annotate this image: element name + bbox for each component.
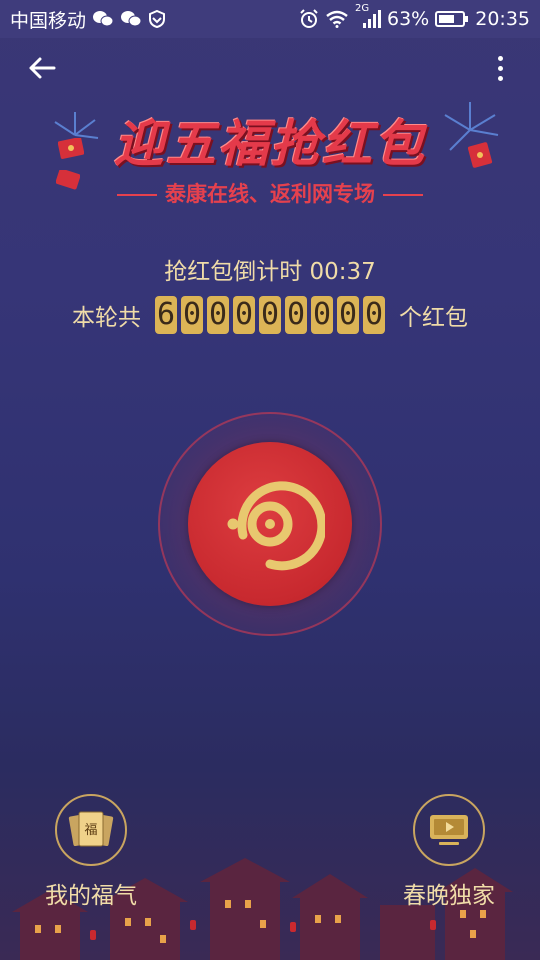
digit: 0 — [311, 296, 333, 334]
shield-icon — [148, 10, 166, 28]
back-button[interactable] — [22, 50, 62, 86]
total-suffix: 个红包 — [399, 305, 468, 331]
grab-button-halo — [158, 412, 382, 636]
banner-subtitle-text: 泰康在线、返利网专场 — [165, 182, 375, 206]
event-banner: 迎五福抢红包 泰康在线、返利网专场 — [40, 100, 500, 220]
grab-red-packet-button[interactable] — [188, 442, 352, 606]
countdown-time: 00:37 — [309, 259, 376, 285]
digit: 0 — [337, 296, 359, 334]
battery-percent: 63% — [387, 8, 430, 30]
digit: 0 — [285, 296, 307, 334]
signal-icon: 2G — [355, 3, 381, 29]
wechat-icon — [92, 10, 114, 28]
more-vertical-icon[interactable] — [490, 50, 510, 86]
countdown: 抢红包倒计时 00:37 — [0, 252, 540, 286]
status-bar: 中国移动 2G 63% 20:35 — [0, 0, 540, 38]
digit-counter: 6 0 0 0 0 0 0 0 0 — [155, 296, 385, 334]
wechat-icon — [120, 10, 142, 28]
my-fortune-label: 我的福气 — [45, 883, 137, 909]
red-packet-target-icon — [227, 481, 325, 571]
digit: 0 — [207, 296, 229, 334]
gala-exclusive-entry[interactable]: 春晚独家 — [374, 794, 524, 910]
alarm-icon — [299, 9, 319, 29]
wifi-icon — [325, 10, 349, 28]
digit: 0 — [259, 296, 281, 334]
countdown-label: 抢红包倒计时 — [164, 259, 303, 285]
clock-time: 20:35 — [475, 8, 530, 30]
top-bar — [0, 40, 540, 96]
fortune-badge: 福 — [84, 823, 97, 838]
fortune-card-icon: 福 — [55, 794, 127, 866]
digit: 0 — [233, 296, 255, 334]
tv-play-icon — [413, 794, 485, 866]
digit: 0 — [363, 296, 385, 334]
carrier-name: 中国移动 — [10, 9, 87, 32]
network-type: 2G — [355, 3, 370, 14]
total-prefix: 本轮共 — [72, 305, 141, 331]
gala-exclusive-label: 春晚独家 — [403, 883, 495, 909]
back-arrow-icon — [29, 57, 56, 79]
total-packets: 本轮共 6 0 0 0 0 0 0 0 0 个红包 — [0, 296, 540, 334]
my-fortune-entry[interactable]: 福 我的福气 — [16, 794, 166, 910]
digit: 0 — [181, 296, 203, 334]
banner-subtitle: 泰康在线、返利网专场 — [40, 178, 500, 208]
digit: 6 — [155, 296, 177, 334]
banner-title: 迎五福抢红包 — [114, 114, 426, 173]
battery-icon — [435, 10, 469, 28]
